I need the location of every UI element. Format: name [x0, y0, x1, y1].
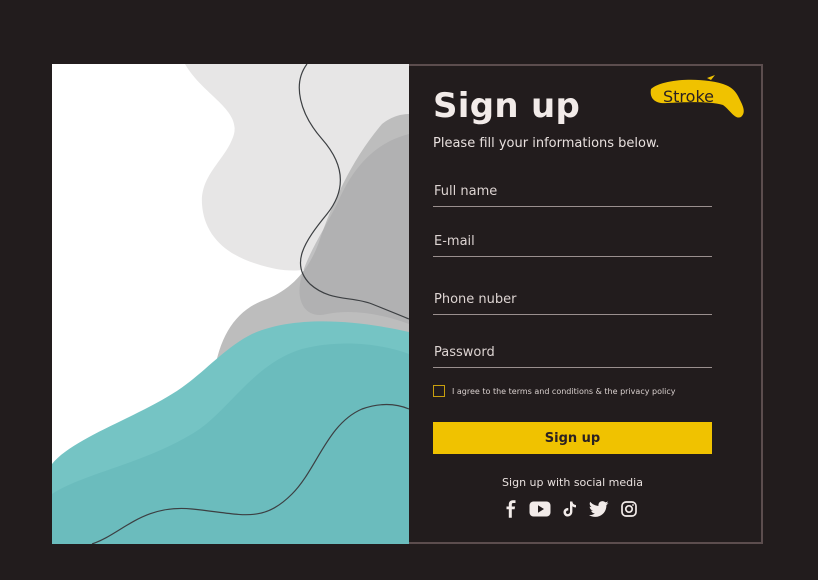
phone-input[interactable] [433, 286, 713, 312]
instagram-icon[interactable] [621, 498, 637, 520]
terms-checkbox[interactable] [433, 385, 445, 397]
email-field-wrapper [433, 228, 713, 257]
decorative-artwork [52, 64, 409, 544]
sign-up-button[interactable]: Sign up [433, 422, 712, 454]
brand-badge: Stroke [645, 72, 749, 122]
phone-field-wrapper [433, 286, 713, 315]
facebook-icon[interactable] [505, 498, 517, 520]
terms-agreement: I agree to the terms and conditions & th… [433, 385, 676, 397]
signup-panel: Sign up Please fill your informations be… [409, 64, 763, 544]
brand-label: Stroke [663, 87, 714, 106]
password-input[interactable] [433, 339, 713, 365]
twitter-icon[interactable] [589, 498, 609, 520]
terms-label: I agree to the terms and conditions & th… [452, 386, 676, 396]
email-input[interactable] [433, 228, 713, 254]
full-name-field-wrapper [433, 178, 713, 207]
social-links [505, 498, 649, 520]
page-title: Sign up [433, 86, 581, 126]
social-signup-label: Sign up with social media [502, 476, 643, 489]
youtube-icon[interactable] [529, 498, 551, 520]
password-field-wrapper [433, 339, 713, 368]
form-subtitle: Please fill your informations below. [433, 136, 660, 151]
tiktok-icon[interactable] [563, 498, 577, 520]
full-name-input[interactable] [433, 178, 713, 204]
